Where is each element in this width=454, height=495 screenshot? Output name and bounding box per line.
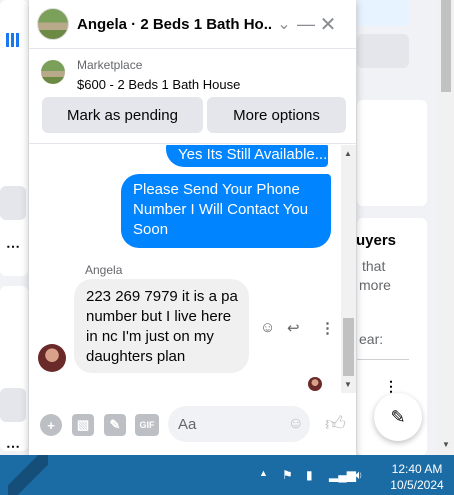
battery-icon[interactable]: ▮ [306,468,313,482]
outgoing-message[interactable]: Please Send Your Phone Number I Will Con… [121,174,331,248]
grid-icon[interactable] [6,33,20,47]
message-line: Yes Its Still Available... [178,146,328,163]
message-line: in nc I'm just on my [86,328,214,345]
scroll-up-arrow[interactable]: ▲ [344,149,352,158]
message-line: Number I Will Contact You [133,201,309,218]
gif-icon[interactable]: GIF [135,414,159,436]
message-scrollbar[interactable]: ▲ ▼ [341,145,356,393]
sender-avatar[interactable] [38,344,66,372]
volume-icon[interactable]: 🔉︎ [355,468,363,483]
compose-icon: ✎ [390,406,406,427]
right-card-1 [357,100,427,206]
minimize-icon[interactable]: — [295,14,317,35]
mark-as-pending-button[interactable]: Mark as pending [42,97,203,133]
message-line: Please Send Your Phone [133,181,300,198]
listing-avatar[interactable] [37,8,69,40]
right-divider [357,359,409,360]
right-button[interactable] [357,34,409,68]
taskbar-stripe [8,455,48,495]
message-scrollbar-thumb[interactable] [343,318,354,376]
sticker-icon[interactable]: ✎ [104,414,126,436]
clock-time: 12:40 AM [391,462,443,476]
new-message-button[interactable]: ✎ [374,393,422,441]
page-scrollbar-thumb[interactable] [441,0,451,92]
thumbs-up-icon[interactable]: 👍︎ [325,412,346,436]
left-card-bottom [0,286,28,451]
message-list: Yes Its Still Available... Please Send Y… [29,145,341,393]
message-line: daughters plan [86,348,186,365]
scroll-down-arrow[interactable]: ▼ [344,380,352,389]
incoming-message[interactable]: 223 269 7979 it is a pa number but I liv… [74,279,249,373]
left-ellipsis-1[interactable]: ⋯ [6,238,20,255]
signal-icon[interactable]: ▂▄▆ [329,468,356,482]
message-input-placeholder: Aa [178,415,197,433]
composer: + ▧ ✎ GIF Aa ☺ 👍︎ [29,396,356,455]
right-highlight [357,0,409,26]
show-hidden-icons-icon[interactable]: ▲ [259,468,268,478]
message-line: number but I live here [86,308,232,325]
clock-date: 10/5/2024 [390,478,444,492]
chat-window: Angela · 2 Beds 1 Bath Ho... ⌄ — ✕ Marke… [29,0,356,455]
chat-title[interactable]: Angela · 2 Beds 1 Bath Ho... [77,16,273,33]
page-scroll-down-arrow[interactable]: ▼ [442,440,450,449]
emoji-icon[interactable]: ☺ [288,415,304,433]
close-icon[interactable]: ✕ [317,12,339,37]
plus-icon[interactable]: + [40,414,62,436]
outgoing-message[interactable]: Yes Its Still Available... [166,145,328,167]
right-heading: uyers [356,232,397,249]
left-ellipsis-2[interactable]: ⋯ [6,438,20,455]
more-options-button[interactable]: More options [207,97,346,133]
listing-source: Marketplace [77,58,143,72]
network-blocked-icon[interactable]: ⚑ [282,468,293,482]
taskbar-clock[interactable]: 12:40 AM 10/5/2024 [384,461,450,493]
right-line-3: ear: [359,331,384,347]
message-input[interactable]: Aa ☺ [168,406,310,442]
photo-icon[interactable]: ▧ [72,414,94,436]
right-line-2: more [359,277,391,293]
reply-icon[interactable]: ↩ [287,319,300,337]
listing-title[interactable]: $600 - 2 Beds 1 Bath House [77,77,240,92]
message-more-icon[interactable]: ⋮ [320,319,335,337]
sender-name: Angela [85,263,123,277]
chevron-down-icon[interactable]: ⌄ [273,14,295,34]
react-emoji-icon[interactable]: ☺ [260,319,275,336]
left-button-1[interactable] [0,186,26,220]
left-button-2[interactable] [0,388,26,422]
seen-receipt-avatar [308,377,322,391]
message-line: Soon [133,221,169,238]
chat-header[interactable]: Angela · 2 Beds 1 Bath Ho... ⌄ — ✕ [29,0,356,49]
page-scrollbar[interactable]: ▼ [438,0,454,455]
listing-thumbnail[interactable] [41,60,65,84]
message-line: 223 269 7979 it is a pa [86,288,238,305]
right-line-1: that [362,258,386,274]
